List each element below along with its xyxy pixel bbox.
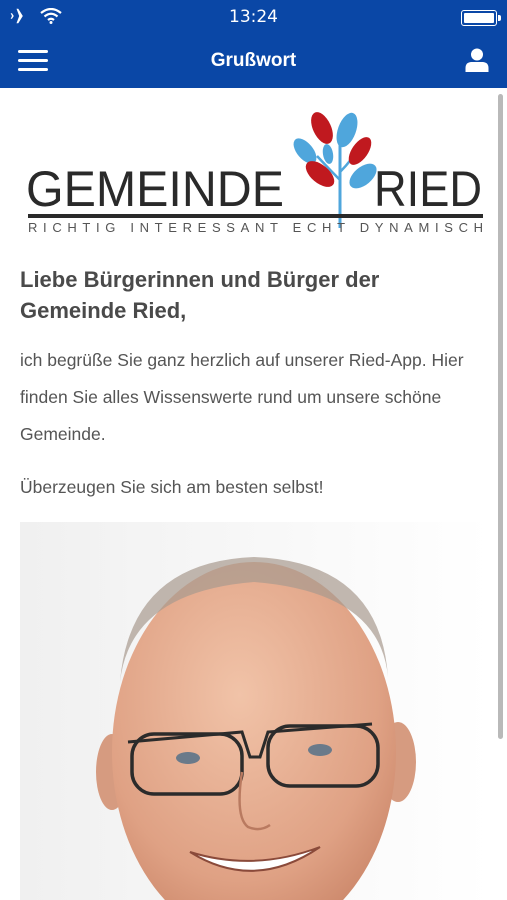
mayor-portrait-image [20,522,490,900]
gemeinde-ried-logo: GEMEINDE RIED RICHTIG INTERESSANT ECHT D… [26,112,483,235]
main-content: GEMEINDE RIED RICHTIG INTERESSANT ECHT D… [0,88,507,900]
user-icon[interactable] [465,47,489,73]
welcome-paragraph-closing: Überzeugen Sie sich am besten selbst! [20,477,324,497]
welcome-paragraph: ich begrüße Sie ganz herzlich auf unsere… [20,350,464,444]
battery-icon [461,10,501,26]
logo-name-left: GEMEINDE [26,161,284,217]
status-time: 13:24 [229,7,278,27]
navigation-bar: Grußwort [0,34,507,88]
scrollbar[interactable] [498,94,503,739]
page-title: Grußwort [210,50,297,71]
status-bar: 13:24 [0,0,507,34]
logo-tagline: RICHTIG INTERESSANT ECHT DYNAMISCH [28,220,483,235]
logo-tree-icon [293,112,377,228]
logo-name-right: RIED [374,161,482,217]
welcome-heading: Liebe Bürgerinnen und Bürger der Gemeind… [20,267,380,323]
